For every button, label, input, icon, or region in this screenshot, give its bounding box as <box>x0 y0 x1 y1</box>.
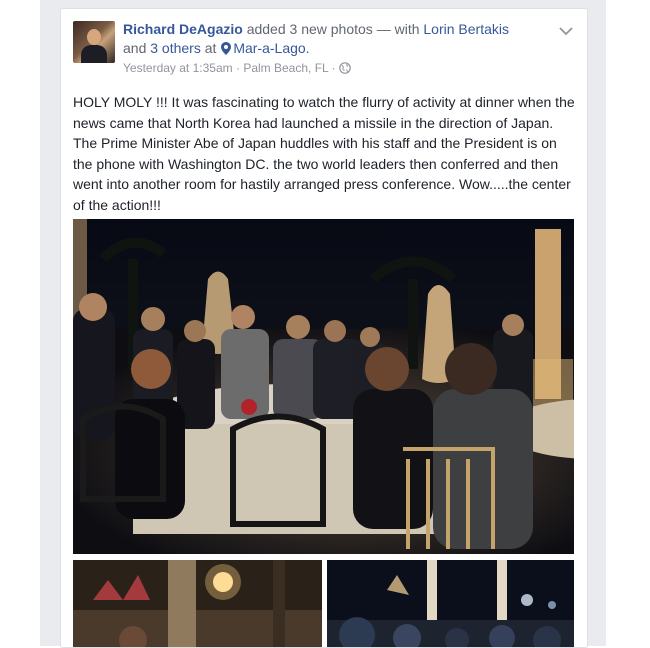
photo-dinner-flowers[interactable] <box>73 560 322 647</box>
post-header: Richard DeAgazio added 3 new photos — wi… <box>123 20 543 60</box>
globe-icon[interactable] <box>339 62 351 77</box>
post-body-text: HOLY MOLY !!! It was fascinating to watc… <box>73 94 575 213</box>
meta-separator: · <box>235 61 240 75</box>
avatar-suit <box>81 45 107 63</box>
and-text: and <box>123 40 147 56</box>
facebook-post-card: Richard DeAgazio added 3 new photos — wi… <box>60 8 588 648</box>
others-link[interactable]: 3 others <box>150 40 201 56</box>
post-location: Palm Beach, FL <box>243 61 329 75</box>
post-options-chevron-icon[interactable] <box>559 23 573 36</box>
author-avatar[interactable] <box>73 21 115 63</box>
photo-dinner-crowd[interactable] <box>327 560 574 647</box>
meta-separator-2: · <box>331 61 336 75</box>
avatar-face <box>87 29 101 45</box>
with-text: — with <box>376 21 420 37</box>
author-name-link[interactable]: Richard DeAgazio <box>123 21 243 37</box>
at-text: at <box>204 40 217 56</box>
post-timestamp-link[interactable]: Yesterday at 1:35am <box>123 61 233 75</box>
photo-dinner-terrace[interactable] <box>73 219 574 554</box>
location-pin-icon <box>221 41 232 60</box>
place-link[interactable]: Mar-a-Lago. <box>233 40 309 56</box>
post-action-text: added 3 new photos <box>246 21 373 37</box>
tagged-person-link[interactable]: Lorin Bertakis <box>423 21 509 37</box>
post-meta: Yesterday at 1:35am · Palm Beach, FL · <box>123 61 351 77</box>
